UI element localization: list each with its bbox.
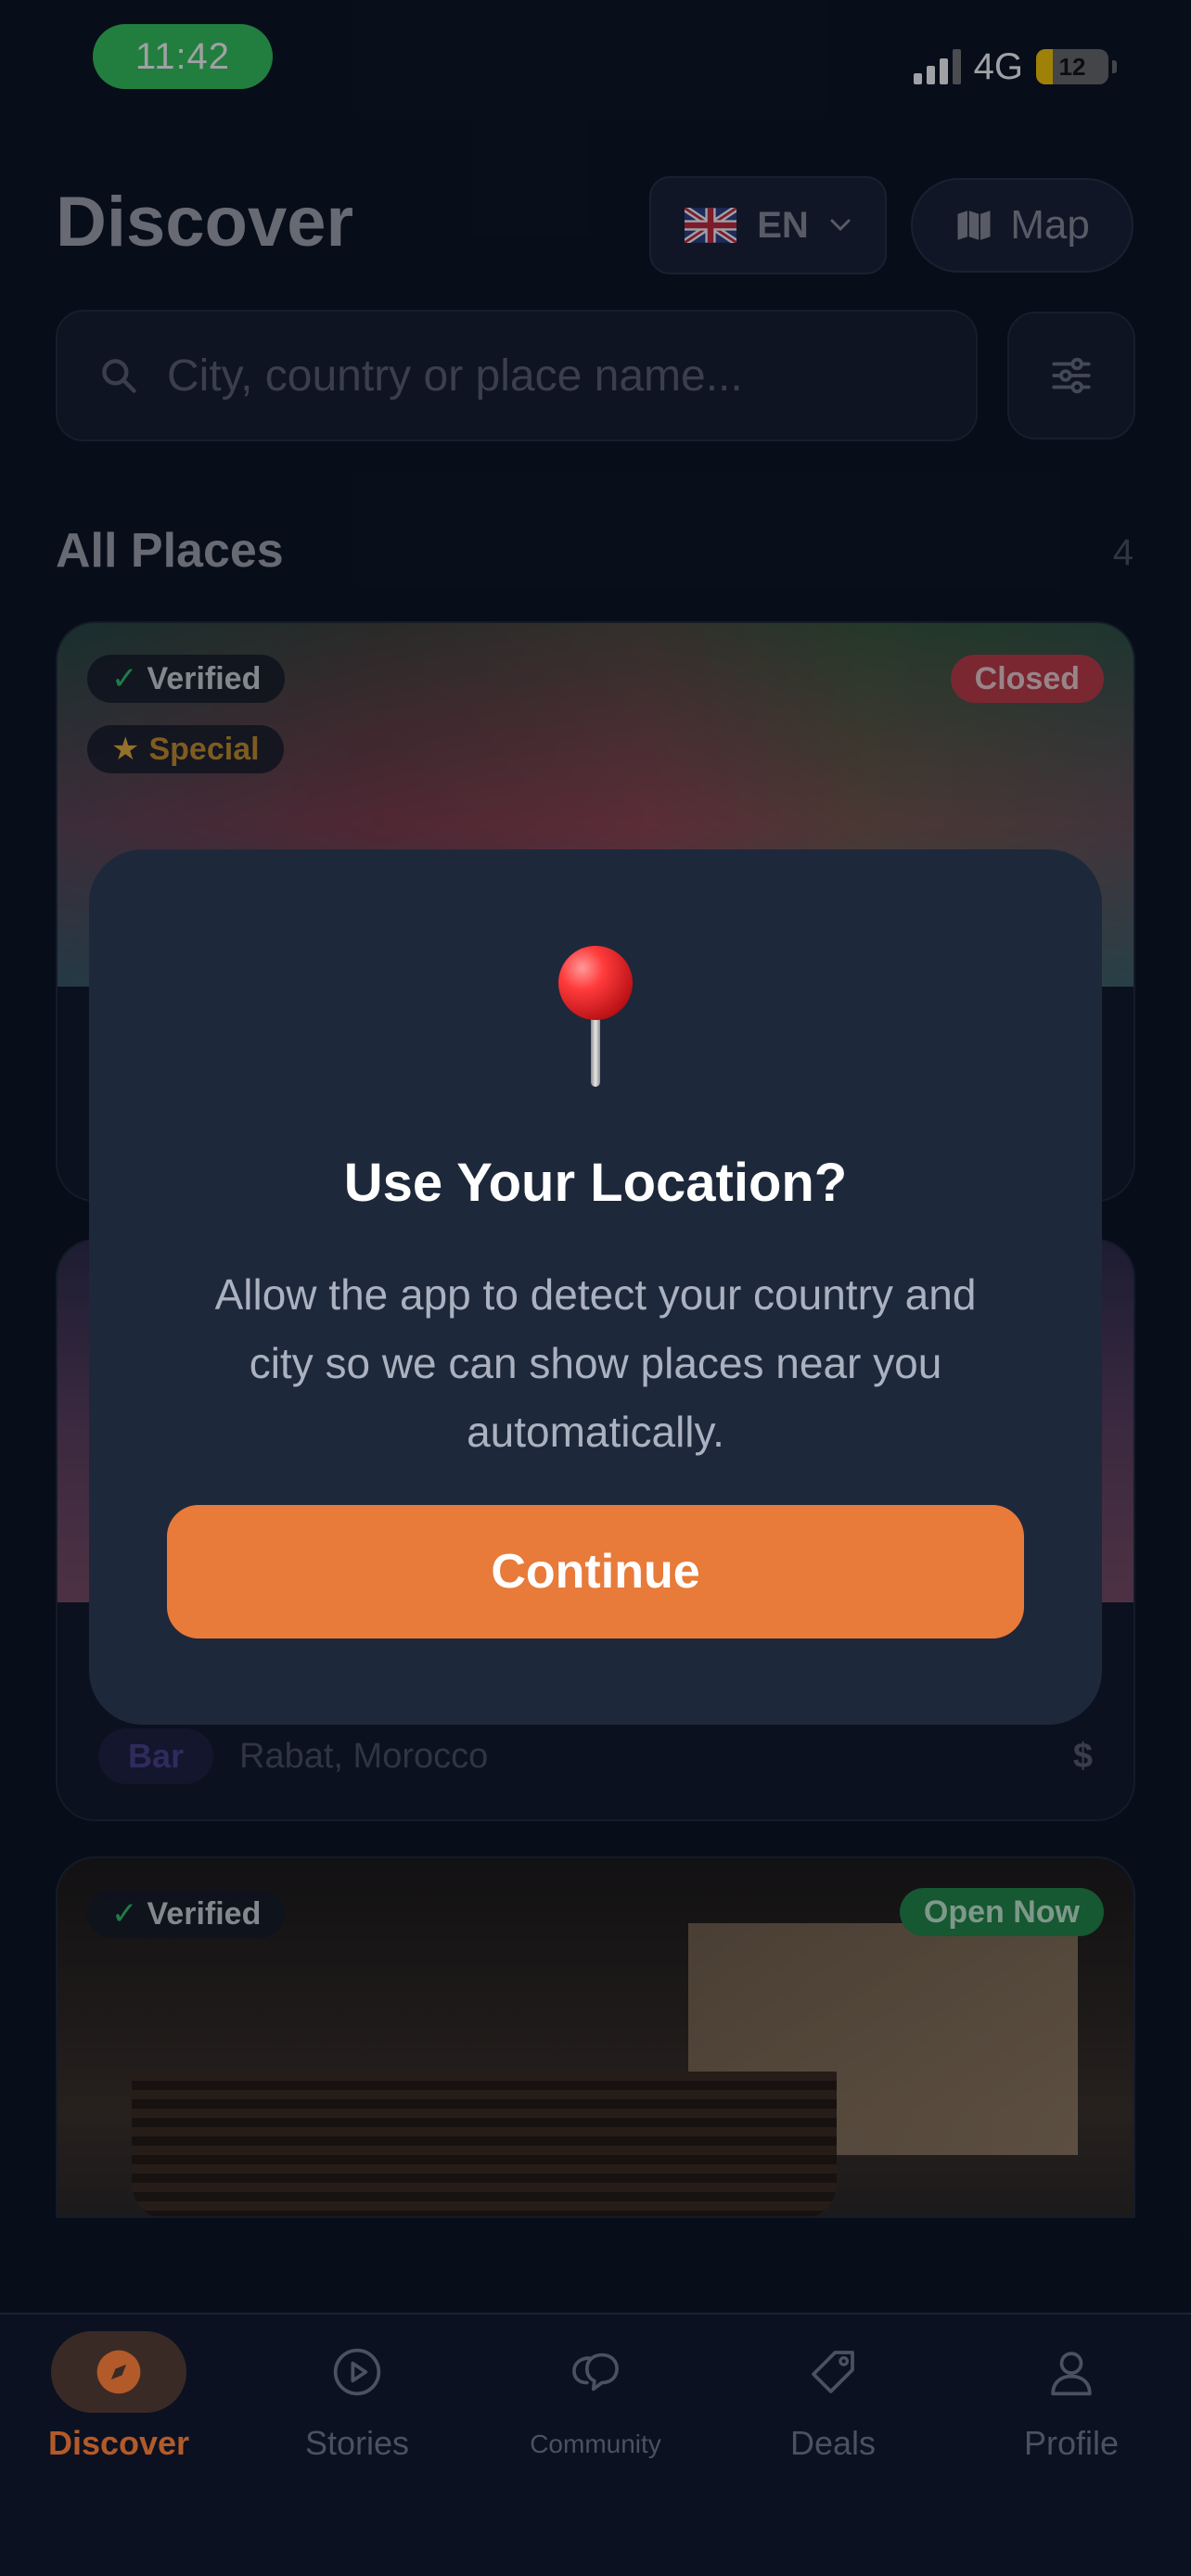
- tab-profile[interactable]: Profile: [965, 2322, 1178, 2463]
- tab-label: Deals: [789, 2424, 877, 2462]
- compass-icon: [96, 2350, 141, 2394]
- tab-stories[interactable]: Stories: [250, 2322, 464, 2463]
- dialog-title: Use Your Location?: [343, 1153, 848, 1213]
- tab-label: Profile: [1023, 2424, 1120, 2462]
- tab-community[interactable]: Community: [489, 2322, 702, 2459]
- location-permission-dialog: Use Your Location? Allow the app to dete…: [89, 849, 1102, 1725]
- tab-deals[interactable]: Deals: [726, 2322, 940, 2463]
- dialog-message: Allow the app to detect your country and…: [214, 1270, 977, 1456]
- pushpin-icon: [554, 946, 637, 1087]
- continue-button[interactable]: Continue: [167, 1505, 1024, 1639]
- chat-bubbles-icon: [572, 2353, 619, 2391]
- tag-icon: [812, 2351, 854, 2393]
- play-circle-icon: [333, 2348, 381, 2396]
- tab-label: Stories: [304, 2424, 410, 2462]
- tab-label: Discover: [47, 2424, 190, 2462]
- tab-discover[interactable]: Discover: [12, 2322, 225, 2463]
- user-icon: [1051, 2352, 1092, 2396]
- tab-label: Community: [530, 2429, 661, 2458]
